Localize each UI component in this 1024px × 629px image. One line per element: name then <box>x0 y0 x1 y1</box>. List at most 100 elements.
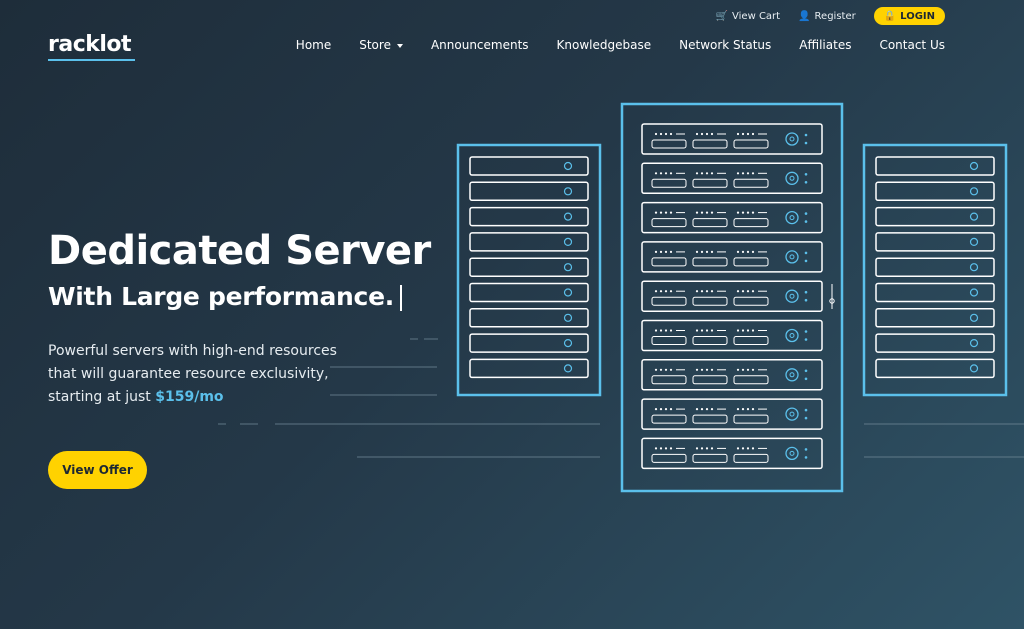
power-icon <box>563 364 573 373</box>
server-unit <box>875 232 995 252</box>
status-led <box>804 456 808 459</box>
drive-bay <box>733 336 769 345</box>
server-unit <box>641 437 823 470</box>
server-unit <box>469 282 589 303</box>
status-led <box>804 448 808 451</box>
power-icon <box>969 313 979 322</box>
status-led <box>659 172 663 175</box>
drive-bay <box>733 178 769 188</box>
right-rack <box>862 143 1008 397</box>
status-led <box>705 368 709 371</box>
status-led <box>695 132 699 136</box>
power-icon <box>563 263 573 272</box>
status-led <box>695 172 699 175</box>
server-unit <box>641 241 823 273</box>
status-led <box>804 173 808 176</box>
status-led <box>664 132 668 136</box>
status-led <box>710 290 714 293</box>
status-led <box>669 290 673 293</box>
drive-bay <box>692 178 728 188</box>
status-led <box>804 338 808 341</box>
drive-bay <box>692 296 728 306</box>
status-led <box>700 447 704 450</box>
status-led <box>741 290 745 293</box>
drive-bay <box>733 139 769 149</box>
status-led <box>710 329 714 332</box>
drive-bay <box>733 453 769 463</box>
drive-bay <box>651 375 687 385</box>
power-icon <box>785 132 799 146</box>
power-icon <box>563 339 573 348</box>
status-led <box>804 133 808 137</box>
status-led <box>751 329 755 332</box>
power-icon-core <box>789 175 795 181</box>
status-led <box>746 408 750 411</box>
status-led <box>804 416 808 420</box>
status-led <box>710 250 714 253</box>
status-led <box>746 132 750 136</box>
status-led <box>804 408 808 412</box>
status-led <box>669 329 673 332</box>
status-led <box>751 408 755 411</box>
power-icon <box>563 212 573 221</box>
status-led <box>664 290 668 293</box>
power-icon <box>785 210 799 225</box>
server-unit <box>469 156 589 176</box>
status-led <box>664 329 668 332</box>
status-led <box>695 290 699 293</box>
server-unit <box>469 358 589 379</box>
status-led <box>710 172 714 175</box>
drive-bay <box>692 257 728 267</box>
status-led <box>654 408 658 411</box>
status-led <box>736 408 740 411</box>
status-led <box>736 329 740 332</box>
status-led <box>664 172 668 175</box>
status-led <box>736 132 740 136</box>
status-led <box>654 172 658 175</box>
status-led <box>700 290 704 293</box>
status-led <box>700 329 704 332</box>
status-led <box>741 329 745 332</box>
status-led <box>804 141 808 145</box>
power-icon <box>969 263 979 272</box>
server-unit <box>875 333 995 353</box>
status-led <box>804 212 808 215</box>
status-led <box>659 408 663 411</box>
status-led <box>710 408 714 411</box>
status-led <box>746 250 750 253</box>
server-unit <box>469 308 589 328</box>
drive-bay <box>692 453 728 463</box>
power-icon <box>785 289 799 303</box>
status-led <box>659 447 663 450</box>
status-led <box>804 220 808 223</box>
status-led <box>695 211 699 214</box>
status-led <box>695 250 699 253</box>
drive-bay <box>651 296 687 306</box>
drive-bay <box>692 414 728 424</box>
status-led <box>746 447 750 450</box>
status-led <box>746 329 750 332</box>
status-led <box>705 447 709 450</box>
power-icon-core <box>789 372 795 378</box>
status-led <box>654 447 658 450</box>
power-icon <box>969 212 979 221</box>
server-unit <box>875 156 995 176</box>
left-rack <box>456 143 602 397</box>
status-led <box>804 377 808 381</box>
status-led <box>659 211 663 214</box>
drive-bay <box>651 139 687 149</box>
server-rack-illustration <box>218 102 1024 493</box>
drive-bay <box>733 257 769 267</box>
status-led <box>751 211 755 214</box>
status-led <box>710 211 714 214</box>
status-led <box>804 290 808 294</box>
status-led <box>669 408 673 411</box>
status-led <box>705 408 709 411</box>
status-led <box>746 368 750 371</box>
server-unit <box>469 257 589 277</box>
power-icon <box>969 187 979 196</box>
status-led <box>654 290 658 293</box>
status-led <box>659 132 663 136</box>
server-unit <box>875 257 995 277</box>
power-icon <box>969 161 979 171</box>
